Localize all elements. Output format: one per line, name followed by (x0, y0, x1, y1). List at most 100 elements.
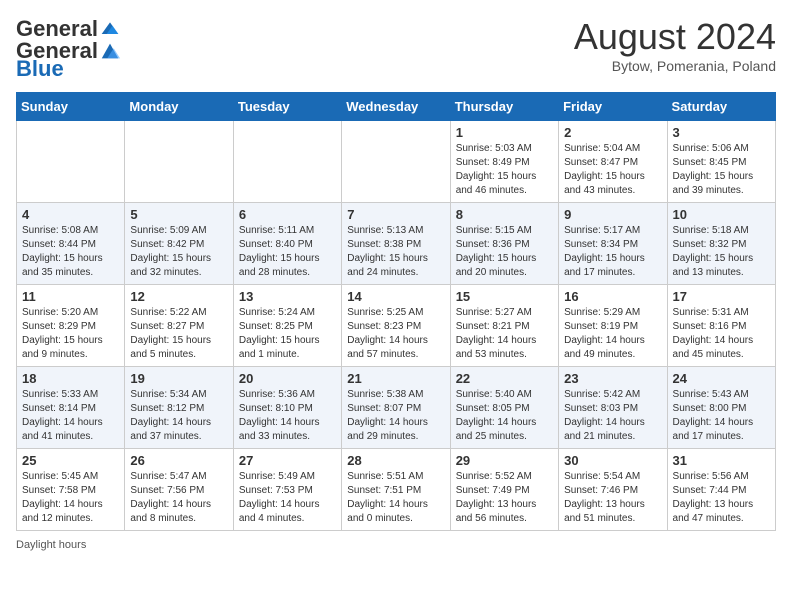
day-header-saturday: Saturday (667, 93, 775, 121)
day-number: 25 (22, 453, 119, 468)
day-number: 13 (239, 289, 336, 304)
logo-blue-text: Blue (16, 56, 64, 82)
calendar-cell: 12Sunrise: 5:22 AMSunset: 8:27 PMDayligh… (125, 285, 233, 367)
day-number: 17 (673, 289, 770, 304)
day-number: 30 (564, 453, 661, 468)
day-number: 27 (239, 453, 336, 468)
calendar-cell: 13 Sunrise: 5:24 AMSunset: 8:25 PMDayligh… (233, 285, 341, 367)
day-info: Sunrise: 5:20 AMSunset: 8:29 PMDaylight:… (22, 306, 119, 362)
day-number: 23 (564, 371, 661, 386)
calendar-cell: 8Sunrise: 5:15 AMSunset: 8:36 PMDaylight… (450, 203, 558, 285)
day-number: 6 (239, 207, 336, 222)
calendar-table: SundayMondayTuesdayWednesdayThursdayFrid… (16, 92, 776, 531)
day-number: 22 (456, 371, 553, 386)
footer-note: Daylight hours (16, 539, 776, 551)
calendar-title: August 2024 (574, 16, 776, 58)
calendar-header: SundayMondayTuesdayWednesdayThursdayFrid… (17, 93, 776, 121)
calendar-cell (233, 121, 341, 203)
calendar-cell: 25 Sunrise: 5:45 AMSunset: 7:58 PMDayligh… (17, 449, 125, 531)
calendar-cell: 1 Sunrise: 5:03 AMSunset: 8:49 PMDaylight… (450, 121, 558, 203)
day-header-thursday: Thursday (450, 93, 558, 121)
day-info: Sunrise: 5:42 AMSunset: 8:03 PMDaylight:… (564, 388, 661, 444)
calendar-cell (17, 121, 125, 203)
day-number: 16 (564, 289, 661, 304)
calendar-cell (342, 121, 450, 203)
day-info: Sunrise: 5:38 AMSunset: 8:07 PMDaylight:… (347, 388, 444, 444)
calendar-cell: 17 Sunrise: 5:31 AMSunset: 8:16 PMDayligh… (667, 285, 775, 367)
calendar-cell: 14 Sunrise: 5:25 AMSunset: 8:23 PMDayligh… (342, 285, 450, 367)
day-info: Sunrise: 5:08 AMSunset: 8:44 PMDaylight:… (22, 224, 119, 280)
day-info: Sunrise: 5:18 AMSunset: 8:32 PMDaylight:… (673, 224, 770, 280)
day-info: Sunrise: 5:24 AMSunset: 8:25 PMDaylight:… (239, 306, 336, 362)
day-number: 10 (673, 207, 770, 222)
day-header-sunday: Sunday (17, 93, 125, 121)
day-number: 14 (347, 289, 444, 304)
calendar-cell: 2Sunrise: 5:04 AMSunset: 8:47 PMDaylight… (559, 121, 667, 203)
day-number: 18 (22, 371, 119, 386)
calendar-cell: 4 Sunrise: 5:08 AMSunset: 8:44 PMDaylight… (17, 203, 125, 285)
day-number: 21 (347, 371, 444, 386)
calendar-cell: 18Sunrise: 5:33 AMSunset: 8:14 PMDayligh… (17, 367, 125, 449)
calendar-cell: 27 Sunrise: 5:49 AMSunset: 7:53 PMDayligh… (233, 449, 341, 531)
day-info: Sunrise: 5:27 AMSunset: 8:21 PMDaylight:… (456, 306, 553, 362)
day-header-wednesday: Wednesday (342, 93, 450, 121)
day-number: 19 (130, 371, 227, 386)
calendar-subtitle: Bytow, Pomerania, Poland (574, 58, 776, 74)
day-number: 5 (130, 207, 227, 222)
calendar-cell: 19 Sunrise: 5:34 AMSunset: 8:12 PMDayligh… (125, 367, 233, 449)
day-number: 29 (456, 453, 553, 468)
day-info: Sunrise: 5:49 AMSunset: 7:53 PMDaylight:… (239, 470, 336, 526)
day-info: Sunrise: 5:56 AMSunset: 7:44 PMDaylight:… (673, 470, 770, 526)
day-header-friday: Friday (559, 93, 667, 121)
calendar-cell: 23 Sunrise: 5:42 AMSunset: 8:03 PMDayligh… (559, 367, 667, 449)
logo-icon (100, 19, 120, 39)
day-number: 31 (673, 453, 770, 468)
day-info: Sunrise: 5:36 AMSunset: 8:10 PMDaylight:… (239, 388, 336, 444)
calendar-cell: 10 Sunrise: 5:18 AMSunset: 8:32 PMDayligh… (667, 203, 775, 285)
day-number: 1 (456, 125, 553, 140)
day-info: Sunrise: 5:29 AMSunset: 8:19 PMDaylight:… (564, 306, 661, 362)
calendar-cell: 31 Sunrise: 5:56 AMSunset: 7:44 PMDayligh… (667, 449, 775, 531)
day-number: 24 (673, 371, 770, 386)
day-info: Sunrise: 5:43 AMSunset: 8:00 PMDaylight:… (673, 388, 770, 444)
logo-triangle (99, 40, 121, 62)
day-header-tuesday: Tuesday (233, 93, 341, 121)
calendar-cell: 9Sunrise: 5:17 AMSunset: 8:34 PMDaylight… (559, 203, 667, 285)
day-number: 15 (456, 289, 553, 304)
calendar-cell: 22 Sunrise: 5:40 AMSunset: 8:05 PMDayligh… (450, 367, 558, 449)
calendar-cell: 29 Sunrise: 5:52 AMSunset: 7:49 PMDayligh… (450, 449, 558, 531)
day-info: Sunrise: 5:25 AMSunset: 8:23 PMDaylight:… (347, 306, 444, 362)
calendar-cell: 24 Sunrise: 5:43 AMSunset: 8:00 PMDayligh… (667, 367, 775, 449)
day-info: Sunrise: 5:51 AMSunset: 7:51 PMDaylight:… (347, 470, 444, 526)
day-info: Sunrise: 5:09 AMSunset: 8:42 PMDaylight:… (130, 224, 227, 280)
day-header-monday: Monday (125, 93, 233, 121)
calendar-cell: 30 Sunrise: 5:54 AMSunset: 7:46 PMDayligh… (559, 449, 667, 531)
calendar-cell: 16 Sunrise: 5:29 AMSunset: 8:19 PMDayligh… (559, 285, 667, 367)
day-info: Sunrise: 5:45 AMSunset: 7:58 PMDaylight:… (22, 470, 119, 526)
logo: General General Blue (16, 16, 122, 82)
day-info: Sunrise: 5:11 AMSunset: 8:40 PMDaylight:… (239, 224, 336, 280)
day-info: Sunrise: 5:40 AMSunset: 8:05 PMDaylight:… (456, 388, 553, 444)
day-info: Sunrise: 5:34 AMSunset: 8:12 PMDaylight:… (130, 388, 227, 444)
day-info: Sunrise: 5:52 AMSunset: 7:49 PMDaylight:… (456, 470, 553, 526)
day-number: 20 (239, 371, 336, 386)
calendar-cell: 11 Sunrise: 5:20 AMSunset: 8:29 PMDayligh… (17, 285, 125, 367)
day-info: Sunrise: 5:54 AMSunset: 7:46 PMDaylight:… (564, 470, 661, 526)
day-number: 11 (22, 289, 119, 304)
calendar-cell: 26Sunrise: 5:47 AMSunset: 7:56 PMDayligh… (125, 449, 233, 531)
calendar-cell: 28 Sunrise: 5:51 AMSunset: 7:51 PMDayligh… (342, 449, 450, 531)
day-number: 7 (347, 207, 444, 222)
day-number: 3 (673, 125, 770, 140)
calendar-cell: 15 Sunrise: 5:27 AMSunset: 8:21 PMDayligh… (450, 285, 558, 367)
day-info: Sunrise: 5:03 AMSunset: 8:49 PMDaylight:… (456, 142, 553, 198)
day-number: 8 (456, 207, 553, 222)
day-info: Sunrise: 5:31 AMSunset: 8:16 PMDaylight:… (673, 306, 770, 362)
calendar-cell: 6 Sunrise: 5:11 AMSunset: 8:40 PMDaylight… (233, 203, 341, 285)
day-number: 28 (347, 453, 444, 468)
title-section: August 2024 Bytow, Pomerania, Poland (574, 16, 776, 74)
day-info: Sunrise: 5:04 AMSunset: 8:47 PMDaylight:… (564, 142, 661, 198)
day-number: 12 (130, 289, 227, 304)
day-number: 4 (22, 207, 119, 222)
day-info: Sunrise: 5:47 AMSunset: 7:56 PMDaylight:… (130, 470, 227, 526)
calendar-cell: 3Sunrise: 5:06 AMSunset: 8:45 PMDaylight… (667, 121, 775, 203)
